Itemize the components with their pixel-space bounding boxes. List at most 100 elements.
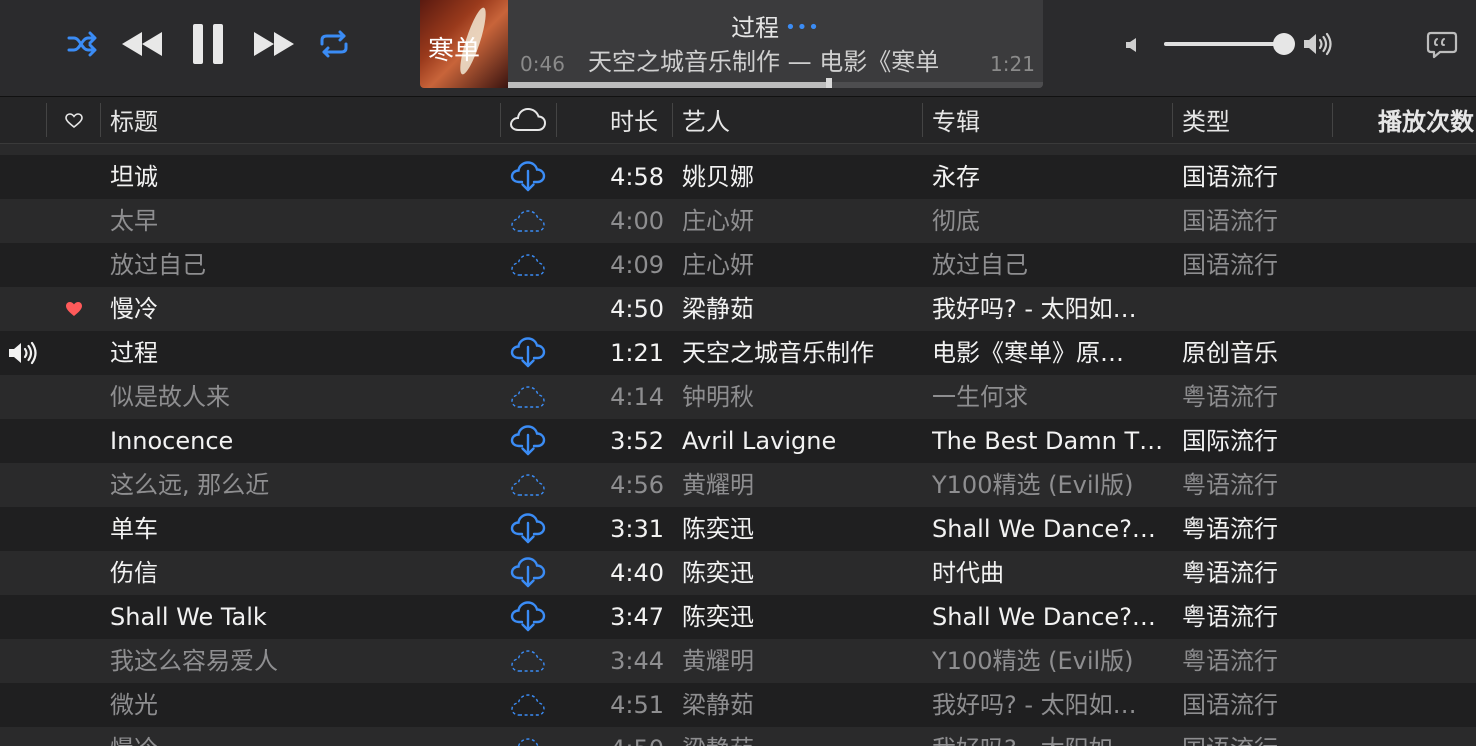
loved-cell[interactable] xyxy=(54,683,94,727)
now-playing-cell xyxy=(0,243,46,287)
track-duration: 4:50 xyxy=(560,727,664,746)
cloud-download-icon xyxy=(510,425,546,456)
cloud-dashed-icon xyxy=(511,694,545,716)
track-row[interactable]: Shall We Talk 3:47 陈奕迅 Shall We Dance?… 粤语流行 xyxy=(0,595,1476,639)
track-artist: 陈奕迅 xyxy=(682,603,754,631)
track-genre: 粤语流行 xyxy=(1182,515,1278,543)
repeat-button[interactable] xyxy=(314,24,354,64)
loved-cell[interactable] xyxy=(54,639,94,683)
track-duration: 3:52 xyxy=(610,427,664,455)
now-playing-cell xyxy=(0,155,46,199)
volume-low-button[interactable] xyxy=(1122,34,1144,56)
loved-cell[interactable] xyxy=(54,595,94,639)
more-options-button[interactable]: ••• xyxy=(785,17,820,38)
track-row[interactable]: 慢冷 4:50 梁静茹 我好吗? - 太阳如… xyxy=(0,287,1476,331)
column-header-plays[interactable]: 播放次数 xyxy=(1378,97,1474,143)
track-album: 放过自己 xyxy=(932,251,1028,279)
loved-cell[interactable] xyxy=(54,331,94,375)
pause-button[interactable] xyxy=(186,20,230,68)
column-header-genre[interactable]: 类型 xyxy=(1182,97,1230,143)
volume-high-icon xyxy=(1304,32,1332,56)
shuffle-button[interactable] xyxy=(62,24,102,64)
track-row[interactable]: 伤信 4:40 陈奕迅 时代曲 粤语流行 xyxy=(0,551,1476,595)
track-title: Innocence xyxy=(110,427,234,455)
now-playing-display[interactable]: 寒单 过程 ••• 天空之城音乐制作 — 电影《寒单 0:46 1:21 xyxy=(420,0,1043,88)
column-divider xyxy=(500,103,501,137)
column-header-loved[interactable] xyxy=(56,109,92,133)
track-genre: 国语流行 xyxy=(1182,251,1278,279)
loved-cell[interactable] xyxy=(54,375,94,419)
track-title: Shall We Talk xyxy=(110,603,267,631)
music-app-window: 寒单 过程 ••• 天空之城音乐制作 — 电影《寒单 0:46 1:21 标题 … xyxy=(0,0,1476,746)
cloud-status-cell xyxy=(506,287,550,331)
track-list[interactable]: 坦诚 4:58 姚贝娜 永存 国语流行 太早 4:00 庄心妍 彻底 国语流行 放过自己 4:09 庄心… xyxy=(0,144,1476,746)
track-duration: 4:14 xyxy=(610,383,664,411)
volume-knob[interactable] xyxy=(1272,33,1295,55)
player-toolbar: 寒单 过程 ••• 天空之城音乐制作 — 电影《寒单 0:46 1:21 xyxy=(0,0,1476,97)
loved-cell[interactable] xyxy=(54,551,94,595)
track-album: Shall We Dance?… xyxy=(932,603,1156,631)
album-artwork[interactable]: 寒单 xyxy=(420,0,508,88)
cloud-status-cell[interactable] xyxy=(506,155,550,199)
cloud-status-cell xyxy=(506,639,550,683)
loved-cell[interactable] xyxy=(54,155,94,199)
column-header-album[interactable]: 专辑 xyxy=(932,97,980,143)
loved-cell[interactable] xyxy=(54,727,94,746)
track-artist: Avril Lavigne xyxy=(682,427,837,455)
track-row[interactable]: 微光 4:51 梁静茹 我好吗? - 太阳如… 国语流行 xyxy=(0,683,1476,727)
elapsed-time: 0:46 xyxy=(520,52,565,76)
column-header-artist[interactable]: 艺人 xyxy=(682,97,730,143)
track-genre: 国语流行 xyxy=(1182,691,1278,719)
heart-filled-icon xyxy=(66,302,82,316)
loved-cell[interactable] xyxy=(54,463,94,507)
now-playing-cell xyxy=(0,144,46,155)
loved-cell[interactable] xyxy=(54,199,94,243)
track-row[interactable]: Innocence 3:52 Avril Lavigne The Best Damn … xyxy=(0,419,1476,463)
track-title: 似是故人来 xyxy=(110,383,230,411)
track-row-now-playing[interactable]: 过程 1:21 天空之城音乐制作 电影《寒单》原… 原创音乐 xyxy=(0,331,1476,375)
track-artist: 庄心妍 xyxy=(682,251,754,279)
cloud-status-cell[interactable] xyxy=(506,507,550,551)
volume-high-button[interactable] xyxy=(1300,28,1336,60)
track-row[interactable]: 慢冷 4:50 梁静茹我好吗? - 太阳如… 国语流行 xyxy=(0,727,1476,746)
loved-cell[interactable] xyxy=(54,243,94,287)
track-duration: 4:50 xyxy=(610,295,664,323)
track-row[interactable]: 我这么容易爱人 3:44 黄耀明 Y100精选 (Evil版) 粤语流行 xyxy=(0,639,1476,683)
loved-cell[interactable] xyxy=(54,507,94,551)
track-row[interactable] xyxy=(0,144,1476,155)
now-playing-title-row: 过程 ••• xyxy=(508,8,1043,43)
previous-button[interactable] xyxy=(118,24,166,64)
loved-cell[interactable] xyxy=(54,419,94,463)
heart-outline-icon xyxy=(65,113,83,129)
volume-slider[interactable] xyxy=(1164,33,1295,55)
next-button[interactable] xyxy=(250,24,298,64)
progress-knob[interactable] xyxy=(826,78,832,88)
lyrics-button[interactable] xyxy=(1424,28,1460,62)
loved-cell[interactable] xyxy=(54,287,94,331)
track-duration: 4:40 xyxy=(610,559,664,587)
track-row[interactable]: 太早 4:00 庄心妍 彻底 国语流行 xyxy=(0,199,1476,243)
cloud-status-cell xyxy=(506,199,550,243)
column-header-cloud[interactable] xyxy=(506,105,550,135)
track-row[interactable]: 这么远, 那么近 4:56 黄耀明 Y100精选 (Evil版) 粤语流行 xyxy=(0,463,1476,507)
cloud-status-cell[interactable] xyxy=(506,595,550,639)
track-row[interactable]: 坦诚 4:58 姚贝娜 永存 国语流行 xyxy=(0,155,1476,199)
track-genre: 粤语流行 xyxy=(1182,603,1278,631)
pause-icon xyxy=(193,24,223,64)
track-album: Y100精选 (Evil版) xyxy=(932,471,1134,499)
cloud-status-cell[interactable] xyxy=(506,419,550,463)
repeat-icon xyxy=(320,30,348,58)
track-row[interactable]: 似是故人来 4:14 钟明秋 一生何求 粤语流行 xyxy=(0,375,1476,419)
cloud-status-cell xyxy=(506,463,550,507)
column-header-time[interactable]: 时长 xyxy=(610,97,658,143)
column-header-title[interactable]: 标题 xyxy=(110,97,158,143)
cloud-dashed-icon xyxy=(517,738,539,746)
track-row[interactable]: 单车 3:31 陈奕迅 Shall We Dance?… 粤语流行 xyxy=(0,507,1476,551)
track-row[interactable]: 放过自己 4:09 庄心妍 放过自己 国语流行 xyxy=(0,243,1476,287)
cloud-status-cell[interactable] xyxy=(506,551,550,595)
playback-progress-bar[interactable] xyxy=(508,78,1043,88)
cloud-dashed-icon xyxy=(511,386,545,408)
track-artist: 庄心妍 xyxy=(682,207,754,235)
cloud-status-cell[interactable] xyxy=(506,331,550,375)
loved-cell[interactable] xyxy=(54,144,94,155)
